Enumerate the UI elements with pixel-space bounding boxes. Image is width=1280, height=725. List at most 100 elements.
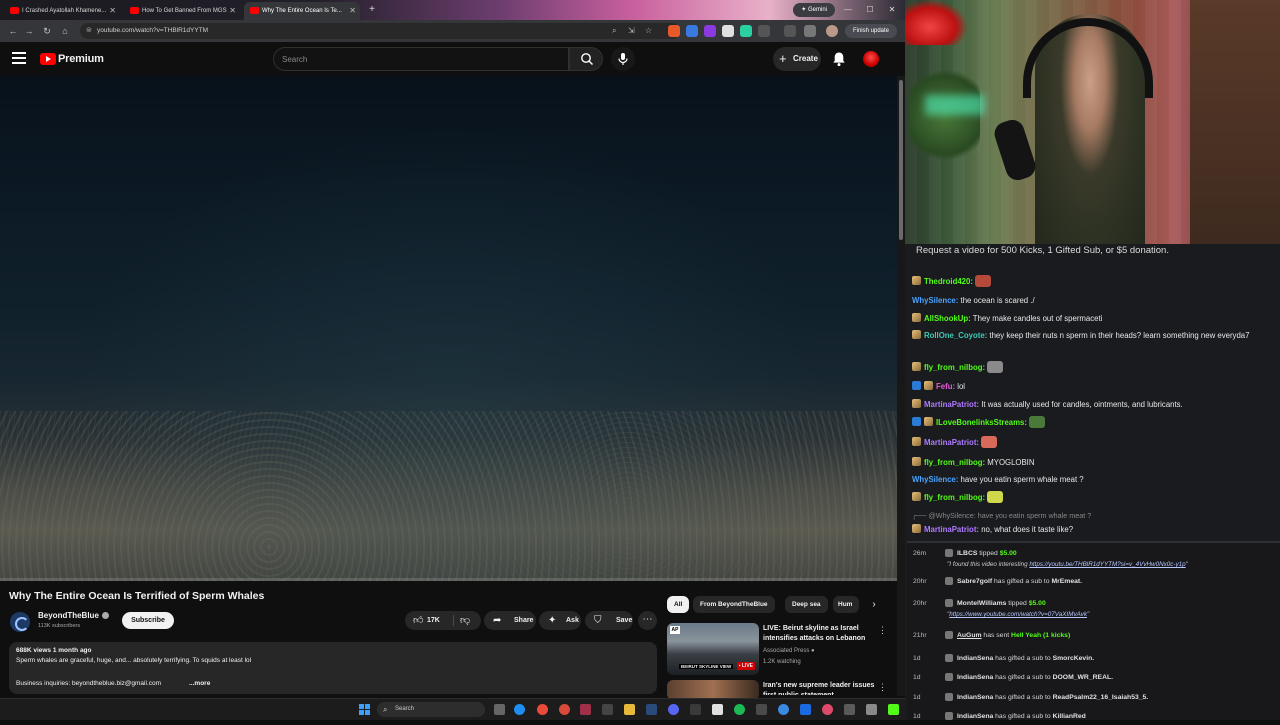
account-avatar[interactable] bbox=[863, 51, 879, 67]
download-icon[interactable] bbox=[804, 25, 816, 37]
extension-icon[interactable] bbox=[704, 25, 716, 37]
chat-username[interactable]: WhySilence: bbox=[912, 296, 958, 305]
chat-username[interactable]: MartinaPatriot: bbox=[924, 525, 979, 534]
related-channel-name[interactable]: Associated Press bbox=[763, 648, 809, 654]
minimize-icon[interactable]: — bbox=[838, 2, 858, 18]
back-icon[interactable]: ← bbox=[6, 24, 20, 38]
bookmark-star-icon[interactable]: ☆ bbox=[645, 24, 652, 38]
like-count[interactable]: 17K bbox=[427, 611, 440, 630]
event-username[interactable]: IndianSena bbox=[957, 674, 993, 681]
video-player[interactable] bbox=[0, 76, 897, 581]
task-view-icon[interactable] bbox=[494, 704, 505, 715]
related-video-thumbnail[interactable]: AP BEIRUT SKYLINE VIEW ▪ LIVE bbox=[667, 623, 759, 675]
event-username[interactable]: Sabre7golf bbox=[957, 578, 992, 585]
reload-icon[interactable]: ↻ bbox=[40, 24, 54, 38]
related-video-menu-icon[interactable]: ⋮ bbox=[878, 682, 887, 692]
hamburger-menu-icon[interactable] bbox=[12, 52, 26, 64]
taskbar-search[interactable]: ⌕ Search bbox=[377, 702, 485, 717]
maps-pin-icon[interactable] bbox=[822, 704, 833, 715]
browser-tab[interactable]: How To Get Banned From MGS ✕ bbox=[124, 2, 240, 20]
close-tab-icon[interactable]: ✕ bbox=[349, 2, 356, 20]
close-tab-icon[interactable]: ✕ bbox=[229, 2, 236, 20]
app-icon[interactable] bbox=[778, 704, 789, 715]
browser-tab[interactable]: I Crashed Ayatollah Khamene... ✕ bbox=[4, 2, 120, 20]
file-explorer-icon[interactable] bbox=[624, 704, 635, 715]
extension-icon[interactable] bbox=[740, 25, 752, 37]
maximize-icon[interactable]: ☐ bbox=[860, 2, 880, 18]
windows-start-icon[interactable] bbox=[359, 704, 370, 715]
event-username[interactable]: IndianSena bbox=[957, 713, 993, 720]
chat-username[interactable]: RollOne_Coyote: bbox=[924, 331, 987, 340]
finish-update-button[interactable]: Finish update bbox=[844, 24, 897, 38]
channel-name[interactable]: BeyondTheBlue bbox=[38, 611, 99, 621]
page-scrollbar[interactable] bbox=[897, 76, 905, 696]
discord-icon[interactable] bbox=[668, 704, 679, 715]
obs-icon[interactable] bbox=[580, 704, 591, 715]
chat-username[interactable]: fly_from_nilbog: bbox=[924, 458, 985, 467]
sidebar-toggle-icon[interactable] bbox=[784, 25, 796, 37]
chat-username[interactable]: MartinaPatriot: bbox=[924, 438, 979, 447]
youtube-premium-logo[interactable]: Premium bbox=[58, 51, 104, 67]
ask-button[interactable]: ✦ Ask bbox=[539, 611, 581, 630]
new-tab-icon[interactable]: + bbox=[366, 4, 378, 16]
chip-hum[interactable]: Hum bbox=[833, 596, 859, 613]
youtube-logo-icon[interactable] bbox=[40, 53, 56, 65]
share-button[interactable]: ➦ Share bbox=[484, 611, 536, 630]
app-icon[interactable] bbox=[866, 704, 877, 715]
thumbs-up-icon[interactable]: 👍︎ bbox=[413, 611, 423, 630]
description-more-link[interactable]: ...more bbox=[189, 679, 210, 689]
subscribe-button[interactable]: Subscribe bbox=[122, 612, 174, 629]
chip-deep-sea[interactable]: Deep sea bbox=[785, 596, 828, 613]
event-username[interactable]: IndianSena bbox=[957, 694, 993, 701]
event-target[interactable]: MrEmeat. bbox=[1051, 578, 1082, 585]
extensions-puzzle-icon[interactable] bbox=[758, 25, 770, 37]
app-icon[interactable] bbox=[844, 704, 855, 715]
chat-username[interactable]: AllShookUp: bbox=[924, 314, 971, 323]
page-scrollbar-thumb[interactable] bbox=[899, 80, 903, 240]
extension-icon[interactable] bbox=[668, 25, 680, 37]
voice-search-button[interactable] bbox=[611, 47, 635, 71]
video-progress-bar[interactable] bbox=[0, 578, 897, 581]
notifications-bell-icon[interactable] bbox=[832, 51, 846, 67]
close-tab-icon[interactable]: ✕ bbox=[109, 2, 116, 20]
edge-icon[interactable] bbox=[514, 704, 525, 715]
chat-username[interactable]: WhySilence: bbox=[912, 475, 958, 484]
event-target[interactable]: KillianRed bbox=[1053, 713, 1086, 720]
channel-avatar[interactable] bbox=[10, 612, 30, 632]
event-target[interactable]: SmorcKevin. bbox=[1053, 655, 1095, 662]
kick-icon[interactable] bbox=[888, 704, 899, 715]
chat-username[interactable]: Fefu: bbox=[936, 382, 955, 391]
extension-icon[interactable] bbox=[686, 25, 698, 37]
extension-icon[interactable] bbox=[722, 25, 734, 37]
app-icon[interactable] bbox=[690, 704, 701, 715]
chat-username[interactable]: MartinaPatriot: bbox=[924, 400, 979, 409]
app-icon[interactable] bbox=[756, 704, 767, 715]
event-username[interactable]: AuGum bbox=[957, 632, 982, 639]
app-icon[interactable] bbox=[800, 704, 811, 715]
chat-username[interactable]: fly_from_nilbog: bbox=[924, 363, 985, 372]
gemini-button[interactable]: ✦ Gemini bbox=[793, 3, 835, 17]
save-button[interactable]: ⛉ Save bbox=[585, 611, 633, 630]
chevron-right-icon[interactable]: › bbox=[867, 598, 881, 612]
more-actions-icon[interactable]: ⋯ bbox=[638, 611, 657, 630]
event-target[interactable]: DOOM_WR_REAL. bbox=[1053, 674, 1113, 681]
steam-icon[interactable] bbox=[646, 704, 657, 715]
event-message-link[interactable]: https://youtu.be/THBlR1dYYTM?si=v_4VvHw0… bbox=[1029, 561, 1185, 568]
search-input[interactable] bbox=[282, 51, 552, 67]
create-button[interactable]: + Create bbox=[773, 47, 821, 71]
browser-tab-active[interactable]: Why The Entire Ocean Is Te... ✕ bbox=[244, 2, 360, 20]
zoom-icon[interactable]: ⌕ bbox=[612, 24, 616, 38]
thumbs-down-icon[interactable]: 👎︎ bbox=[460, 611, 470, 630]
chrome-profile-icon[interactable] bbox=[559, 704, 570, 715]
event-username[interactable]: IndianSena bbox=[957, 655, 993, 662]
related-video-menu-icon[interactable]: ⋮ bbox=[878, 625, 887, 635]
chat-username[interactable]: fly_from_nilbog: bbox=[924, 493, 985, 502]
profile-avatar[interactable] bbox=[826, 25, 838, 37]
event-target[interactable]: ReadPsalm22_16_Isaiah53_5. bbox=[1053, 694, 1149, 701]
event-message-link[interactable]: https://www.youtube.com/watch?v=07VaXIMv… bbox=[949, 611, 1087, 618]
chip-from-channel[interactable]: From BeyondTheBlue bbox=[693, 596, 775, 613]
forward-icon[interactable]: → bbox=[22, 24, 36, 38]
site-info-icon[interactable]: ⊜ bbox=[86, 24, 92, 38]
related-video-thumbnail[interactable] bbox=[667, 680, 759, 700]
app-icon[interactable] bbox=[712, 704, 723, 715]
